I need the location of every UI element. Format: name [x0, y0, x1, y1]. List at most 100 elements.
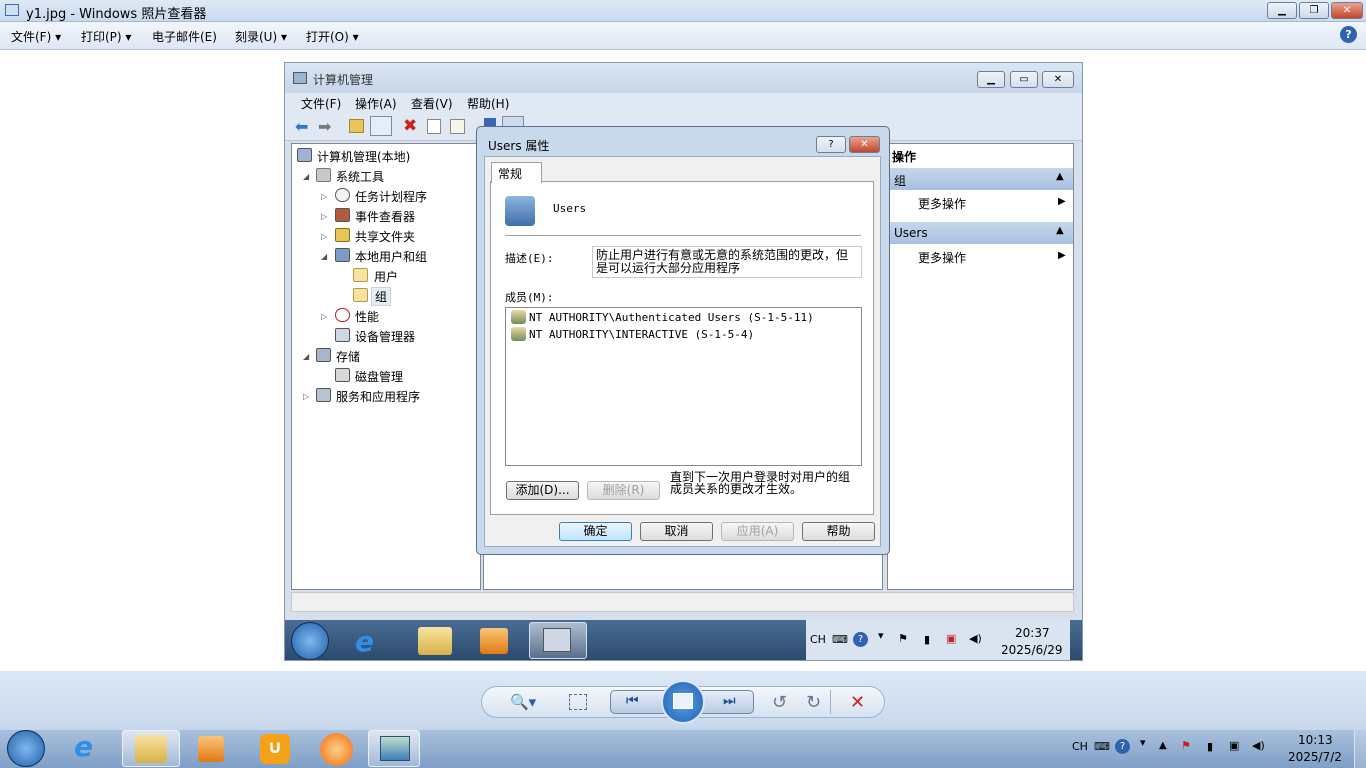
properties-icon[interactable]	[427, 119, 441, 134]
host-lang[interactable]: CH	[1072, 740, 1088, 753]
apply-button[interactable]: 应用(A)	[721, 522, 794, 541]
export-list-icon[interactable]	[450, 119, 465, 134]
menu-email[interactable]: 电子邮件(E)	[152, 28, 217, 45]
tree-services-apps[interactable]: 服务和应用程序	[336, 388, 420, 405]
tree-users[interactable]: 用户	[374, 268, 398, 285]
tree-device-manager[interactable]: 设备管理器	[355, 328, 415, 345]
explorer-task[interactable]	[122, 730, 180, 767]
dialog-help-button[interactable]: ?	[816, 136, 846, 153]
media-player-icon[interactable]	[480, 628, 508, 654]
media-player-icon[interactable]	[198, 736, 224, 762]
minimize-button[interactable]: ▁	[1267, 2, 1297, 19]
mmc-minimize-button[interactable]: ▁	[977, 71, 1005, 88]
collapse-arrow-icon[interactable]: ◢	[321, 252, 327, 261]
action-center-icon[interactable]: ⚑	[1181, 739, 1191, 752]
member-item[interactable]: NT AUTHORITY\Authenticated Users (S-1-5-…	[529, 311, 814, 324]
actions-section-group[interactable]: 组 ▲	[888, 168, 1073, 190]
delete-icon[interactable]: ✖	[403, 116, 417, 136]
volume-icon[interactable]: ◀)	[969, 632, 982, 645]
menu-burn[interactable]: 刻录(U) ▾	[235, 28, 287, 45]
start-orb-icon[interactable]	[291, 622, 329, 660]
collapse-arrow-icon[interactable]: ◢	[303, 172, 309, 181]
dialog-close-button[interactable]: ✕	[849, 136, 880, 153]
tree-task-scheduler[interactable]: 任务计划程序	[355, 188, 427, 205]
restore-button[interactable]: ❐	[1299, 2, 1329, 19]
app-icon[interactable]: ∪	[260, 734, 290, 764]
member-item[interactable]: NT AUTHORITY\INTERACTIVE (S-1-5-4)	[529, 328, 754, 341]
tree-root[interactable]: 计算机管理(本地)	[317, 148, 410, 165]
add-member-button[interactable]: 添加(D)...	[506, 481, 579, 500]
delete-icon[interactable]: ✕	[850, 692, 865, 713]
rotate-right-icon[interactable]: ↻	[806, 692, 821, 713]
tree-disk-management[interactable]: 磁盘管理	[355, 368, 403, 385]
tree-local-users-groups[interactable]: 本地用户和组	[355, 248, 427, 265]
mmc-menu-file[interactable]: 文件(F)	[301, 95, 341, 112]
photo-viewer-task[interactable]	[368, 730, 420, 767]
actions-more-1[interactable]: 更多操作	[918, 195, 966, 212]
slideshow-button[interactable]	[661, 680, 705, 724]
show-hide-tree-icon[interactable]	[370, 116, 392, 136]
actions-section-users[interactable]: Users ▲	[888, 222, 1073, 244]
network-icon[interactable]: ▣	[1229, 739, 1239, 752]
zoom-icon[interactable]: 🔍▾	[510, 693, 536, 711]
inner-clock-time[interactable]: 20:37	[1015, 626, 1050, 640]
next-icon[interactable]: ⏭	[723, 693, 736, 709]
show-desktop-button[interactable]	[1354, 730, 1366, 768]
menu-open[interactable]: 打开(O) ▾	[306, 28, 359, 45]
expand-arrow-icon[interactable]: ▷	[321, 212, 327, 221]
tree-performance[interactable]: 性能	[355, 308, 379, 325]
ie-icon[interactable]: e	[74, 730, 93, 763]
inner-lang[interactable]: CH	[810, 633, 826, 646]
mmc-menu-action[interactable]: 操作(A)	[355, 95, 397, 112]
description-field[interactable]: 防止用户进行有意或无意的系统范围的更改，但是可以运行大部分应用程序	[592, 246, 862, 278]
host-clock-date[interactable]: 2025/7/2	[1288, 750, 1342, 764]
inner-clock-date[interactable]: 2025/6/29	[1001, 643, 1063, 657]
options-icon[interactable]: ▾	[878, 629, 884, 642]
help-icon[interactable]: ?	[853, 632, 868, 647]
expand-arrow-icon[interactable]: ▷	[321, 232, 327, 241]
tree-storage[interactable]: 存储	[336, 348, 360, 365]
forward-icon[interactable]: ➡	[318, 117, 331, 136]
keyboard-icon[interactable]: ⌨	[832, 633, 848, 646]
up-folder-icon[interactable]	[349, 119, 364, 133]
cancel-button[interactable]: 取消	[640, 522, 713, 541]
actual-size-icon[interactable]	[569, 694, 587, 710]
mmc-menu-help[interactable]: 帮助(H)	[467, 95, 509, 112]
tab-general[interactable]: 常规	[491, 162, 542, 183]
network-icon[interactable]: ▣	[946, 632, 956, 645]
previous-icon[interactable]: ⏮	[626, 693, 639, 709]
mmc-menu-view[interactable]: 查看(V)	[411, 95, 453, 112]
host-clock-time[interactable]: 10:13	[1298, 733, 1333, 747]
help-button[interactable]: 帮助	[802, 522, 875, 541]
battery-icon[interactable]: ▮	[1207, 740, 1213, 753]
expand-arrow-icon[interactable]: ▷	[321, 312, 327, 321]
mmc-maximize-button[interactable]: ▭	[1010, 71, 1038, 88]
ok-button[interactable]: 确定	[559, 522, 632, 541]
actions-more-2[interactable]: 更多操作	[918, 249, 966, 266]
tree-groups[interactable]: 组	[371, 287, 392, 306]
expand-arrow-icon[interactable]: ▷	[321, 192, 327, 201]
remove-member-button[interactable]: 删除(R)	[587, 481, 660, 500]
tree-system-tools[interactable]: 系统工具	[336, 168, 384, 185]
volume-icon[interactable]: ◀)	[1252, 739, 1265, 752]
collapse-arrow-icon[interactable]: ◢	[303, 352, 309, 361]
close-button[interactable]: ✕	[1331, 2, 1363, 19]
expand-arrow-icon[interactable]: ▷	[303, 392, 309, 401]
options-icon[interactable]: ▾	[1140, 736, 1146, 749]
rotate-left-icon[interactable]: ↺	[772, 692, 787, 713]
mmc-close-button[interactable]: ✕	[1042, 71, 1074, 88]
tree-event-viewer[interactable]: 事件查看器	[355, 208, 415, 225]
explorer-icon[interactable]	[418, 627, 452, 655]
flag-icon[interactable]: ⚑	[898, 632, 908, 645]
help-icon[interactable]: ?	[1340, 26, 1357, 43]
menu-print[interactable]: 打印(P) ▾	[81, 28, 131, 45]
browser-icon[interactable]	[320, 733, 353, 766]
back-icon[interactable]: ⬅	[295, 117, 308, 136]
keyboard-icon[interactable]: ⌨	[1094, 740, 1110, 753]
menu-file[interactable]: 文件(F) ▾	[11, 28, 61, 45]
show-hidden-icons[interactable]: ▲	[1159, 740, 1167, 751]
battery-icon[interactable]: ▮	[924, 633, 930, 646]
start-orb-icon[interactable]	[7, 730, 45, 767]
tree-shared-folders[interactable]: 共享文件夹	[355, 228, 415, 245]
ie-icon[interactable]: e	[355, 625, 374, 658]
